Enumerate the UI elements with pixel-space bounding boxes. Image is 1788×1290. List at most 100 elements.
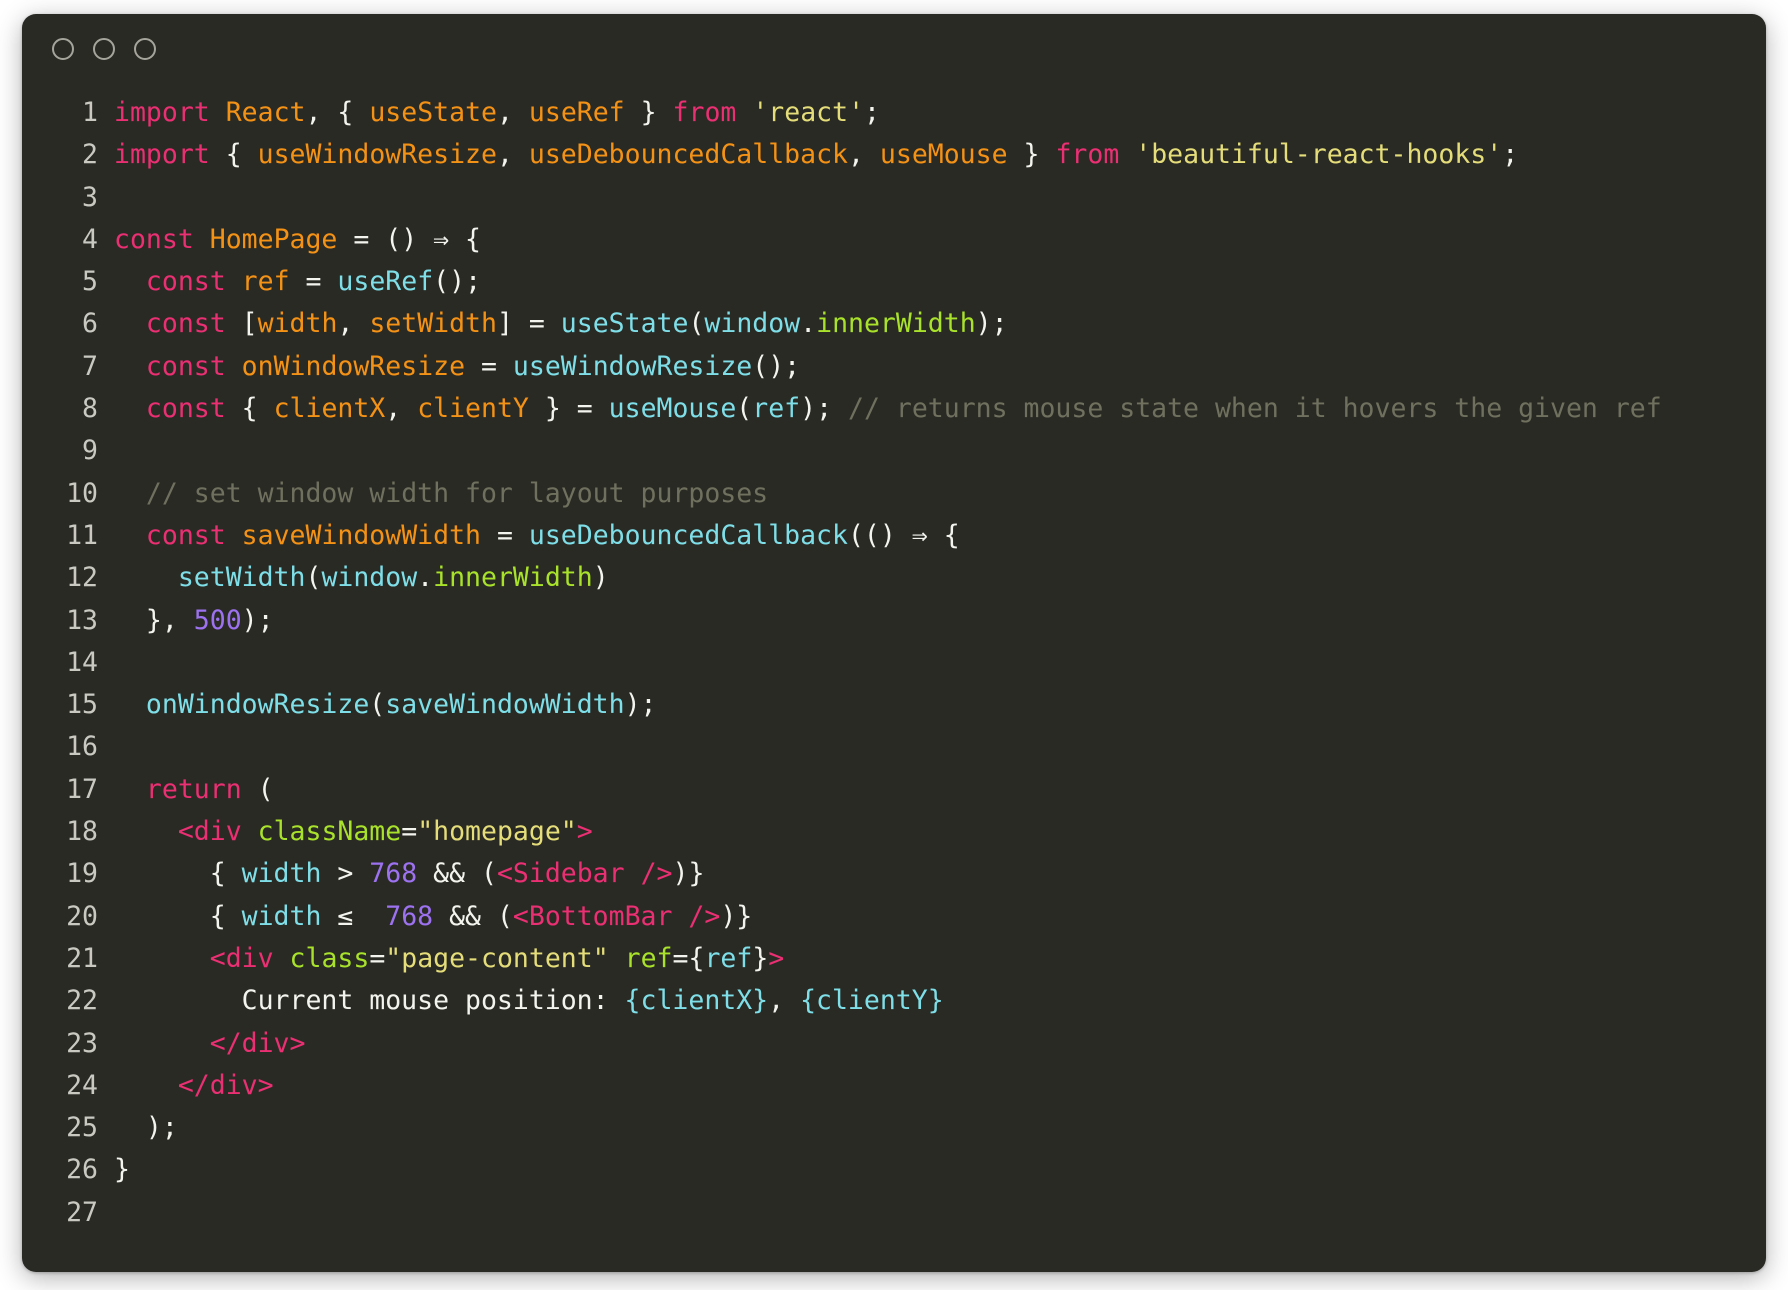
token-pun: ,: [847, 139, 880, 171]
line-number: 4: [82, 223, 98, 255]
token-pun: [114, 520, 146, 551]
code-line: 15 onWindowResize(saveWindowWidth);: [22, 684, 1766, 726]
code-line-text: onWindowResize(saveWindowWidth);: [114, 684, 1766, 726]
zoom-button[interactable]: [134, 38, 156, 60]
token-var: HomePage: [209, 223, 338, 255]
token-pun: [114, 816, 178, 847]
token-fn: saveWindowWidth: [385, 689, 625, 721]
token-pun: [625, 858, 641, 889]
token-pun: ] =: [496, 308, 561, 340]
token-str: 'beautiful-react-hooks': [1135, 139, 1503, 171]
token-tag: />: [640, 858, 673, 890]
token-num: 768: [385, 900, 434, 932]
token-kw: from: [1055, 139, 1120, 171]
line-number: 10: [66, 477, 98, 509]
token-pun: [114, 689, 146, 720]
token-pun: =: [289, 266, 338, 298]
token-fn: useMouse: [608, 393, 737, 425]
token-pun: );: [800, 393, 849, 425]
line-number: 25: [66, 1112, 98, 1144]
token-pun: [274, 943, 290, 974]
token-tag: </div>: [209, 1027, 306, 1059]
token-tag: />: [688, 900, 721, 932]
token-pun: [194, 224, 210, 255]
line-number: 1: [82, 97, 98, 128]
token-pun: {: [114, 900, 242, 932]
token-pun: ): [592, 562, 609, 594]
line-number: 27: [66, 1196, 98, 1228]
token-pun: );: [975, 308, 1008, 340]
token-pun: [609, 943, 625, 974]
code-line: 22 Current mouse position: {clientX}, {c…: [22, 980, 1766, 1022]
token-var: useWindowResize: [257, 139, 497, 171]
window-titlebar: [22, 14, 1766, 84]
line-number: 20: [66, 900, 98, 932]
token-kw: const: [145, 308, 226, 340]
code-line: 27: [22, 1192, 1766, 1234]
code-line: 4 const HomePage = () ⇒ {: [22, 219, 1766, 261]
token-pun: ,: [496, 139, 529, 171]
token-pun: }: [752, 942, 769, 974]
code-line: 5 const ref = useRef();: [22, 261, 1766, 303]
token-pun: =: [465, 350, 513, 382]
token-pun: [226, 266, 242, 297]
token-pun: [114, 1070, 178, 1101]
token-var: clientY: [417, 393, 529, 425]
code-line-text: const ref = useRef();: [114, 261, 1766, 303]
token-num: 768: [369, 858, 418, 890]
token-fn: setWidth: [177, 562, 306, 594]
token-pun: (: [305, 562, 322, 594]
token-pun: && (: [417, 858, 497, 890]
close-button[interactable]: [52, 38, 74, 60]
token-pun: ,: [305, 97, 338, 128]
code-line-text: return (: [114, 769, 1766, 811]
token-pun: }: [1023, 139, 1040, 171]
minimize-button[interactable]: [93, 38, 115, 60]
token-kw: const: [145, 393, 226, 425]
token-pun: ,: [768, 985, 801, 1017]
token-pun: >: [321, 858, 370, 890]
token-pun: ;: [1502, 139, 1519, 171]
code-line-text: }: [114, 1149, 1766, 1191]
token-fn: {clientX}: [624, 985, 769, 1017]
token-kw: import: [114, 97, 210, 128]
token-pun: .: [417, 562, 434, 594]
token-pun: ();: [752, 350, 801, 382]
token-kw: const: [114, 223, 194, 255]
token-pun: .: [800, 308, 817, 340]
token-pun: }: [114, 1154, 130, 1186]
token-pun: && (: [433, 900, 513, 932]
token-pun: [210, 97, 226, 128]
token-com: // set window width for layout purposes: [145, 477, 769, 509]
token-pun: [657, 97, 673, 128]
token-pun: [242, 139, 258, 170]
token-prop: class: [289, 942, 370, 974]
token-pun: );: [114, 1112, 178, 1144]
token-var: onWindowResize: [241, 350, 466, 382]
token-pun: ;: [864, 97, 880, 128]
token-pun: [114, 562, 178, 593]
token-pun: }: [640, 97, 657, 128]
token-pun: [114, 478, 146, 509]
token-str: "homepage": [417, 816, 577, 848]
token-pun: [114, 308, 146, 339]
token-pun: {: [225, 139, 242, 171]
token-var: React: [225, 97, 306, 128]
token-pun: [353, 97, 369, 128]
line-number: 9: [82, 435, 98, 467]
token-kw: const: [145, 266, 226, 298]
token-pun: (: [241, 773, 274, 805]
code-line: 26}: [22, 1149, 1766, 1191]
code-line: 1 import React, { useState, useRef } from…: [22, 92, 1766, 134]
token-fn: width: [241, 900, 322, 932]
token-pun: (() ⇒ {: [847, 519, 960, 551]
code-line: 18 <div className="homepage">: [22, 811, 1766, 853]
token-pun: );: [241, 604, 274, 636]
token-prop: innerWidth: [433, 562, 593, 594]
line-number: 23: [66, 1027, 98, 1059]
token-pun: );: [624, 689, 657, 721]
code-line: 2 import { useWindowResize, useDebouncedC…: [22, 134, 1766, 176]
token-fn: window: [321, 562, 418, 594]
token-pun: },: [114, 604, 194, 636]
code-area[interactable]: 1 import React, { useState, useRef } from…: [22, 84, 1766, 1234]
